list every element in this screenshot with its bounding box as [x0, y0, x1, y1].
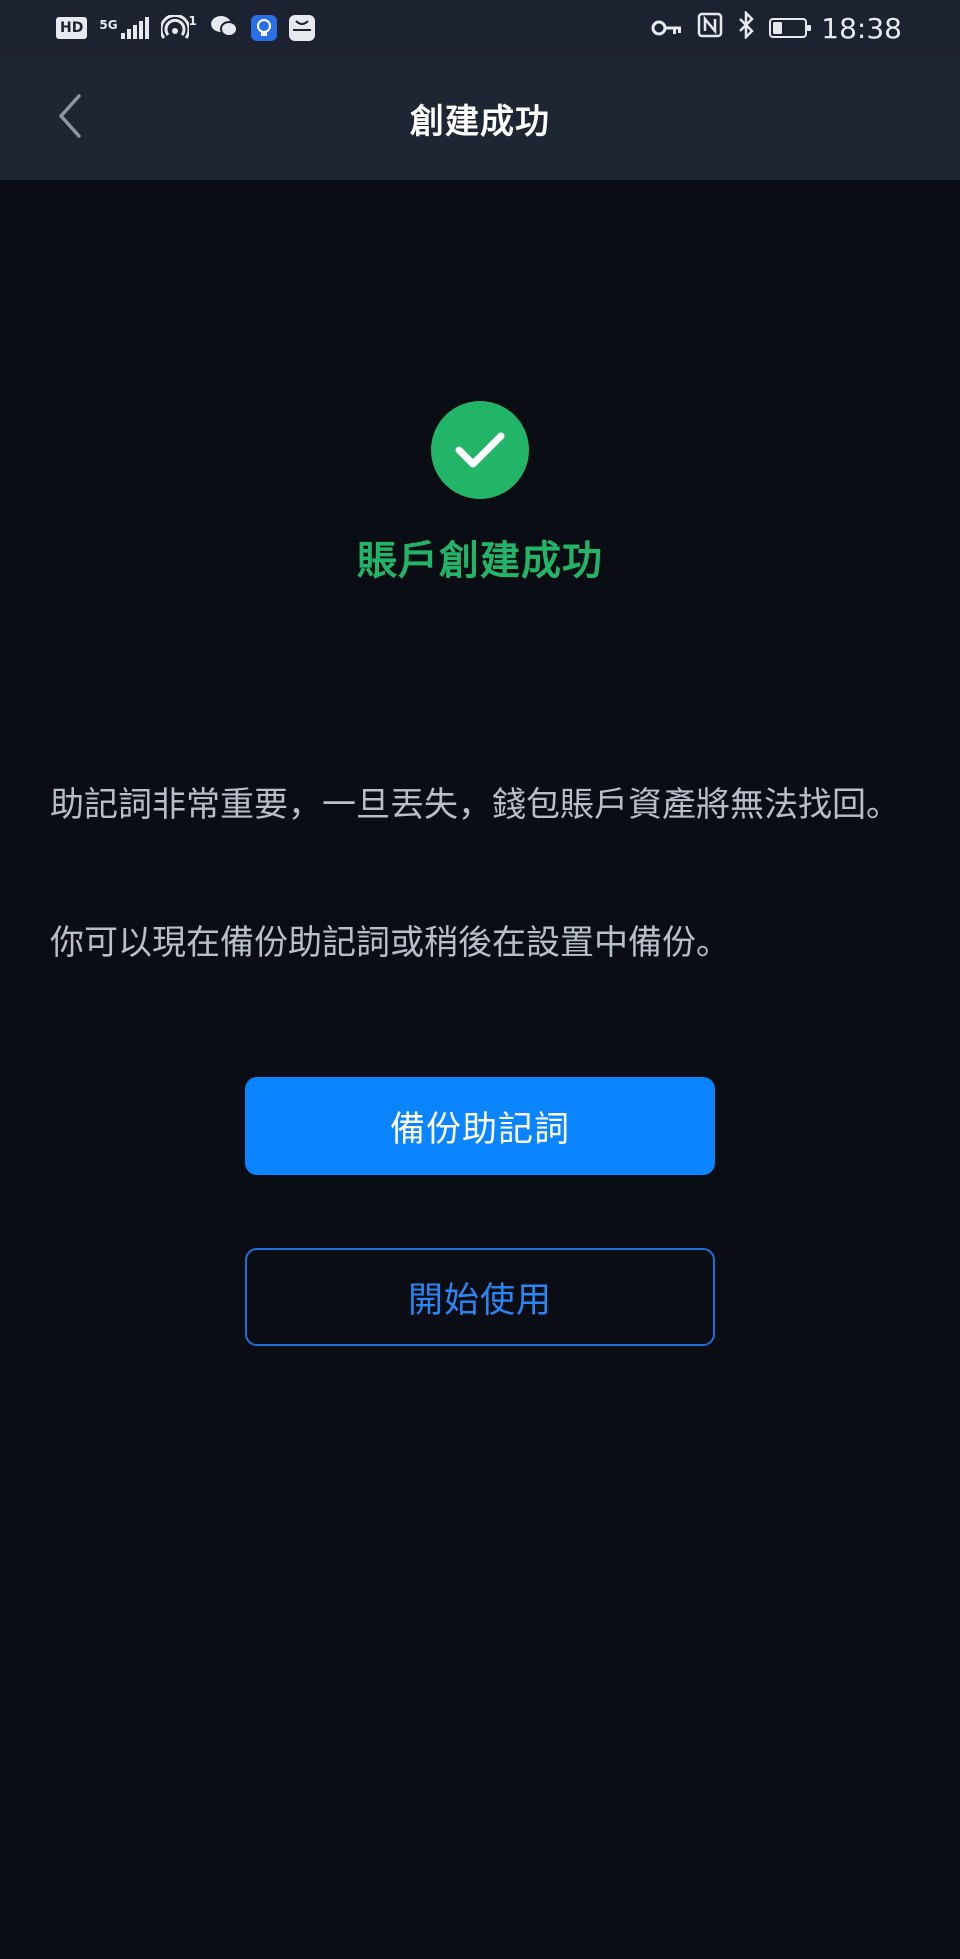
status-bar: HD 5G 1 18:38 [0, 0, 960, 56]
cellular-signal-icon: 5G [99, 17, 149, 39]
wechat-icon [209, 13, 239, 43]
status-time: 18:38 [821, 11, 902, 45]
hd-badge: HD [56, 17, 88, 39]
check-circle-icon [431, 401, 529, 499]
network-type-label: 5G [99, 18, 118, 32]
mnemonic-warning-text: 助記詞非常重要，一旦丟失，錢包賬戶資產將無法找回。 [50, 785, 900, 825]
status-left-group: HD 5G 1 [56, 12, 315, 44]
wifi-badge: 1 [188, 14, 197, 28]
nfc-icon [697, 12, 723, 45]
key-icon [651, 12, 683, 45]
status-right-group: 18:38 [651, 9, 902, 46]
bulb-app-icon [250, 15, 277, 41]
wifi-hotspot-icon: 1 [160, 14, 197, 41]
success-title: 賬戶創建成功 [357, 538, 603, 584]
backup-hint-text: 你可以現在備份助記詞或稍後在設置中備份。 [50, 923, 730, 963]
battery-level [773, 22, 783, 34]
battery-icon [769, 18, 812, 38]
nav-bar: 創建成功 [0, 56, 960, 180]
huawei-app-icon [288, 15, 315, 41]
start-using-button[interactable]: 開始使用 [245, 1248, 715, 1346]
page-title: 創建成功 [410, 102, 550, 142]
bluetooth-icon [737, 9, 755, 46]
backup-mnemonic-button[interactable]: 備份助記詞 [245, 1077, 715, 1175]
